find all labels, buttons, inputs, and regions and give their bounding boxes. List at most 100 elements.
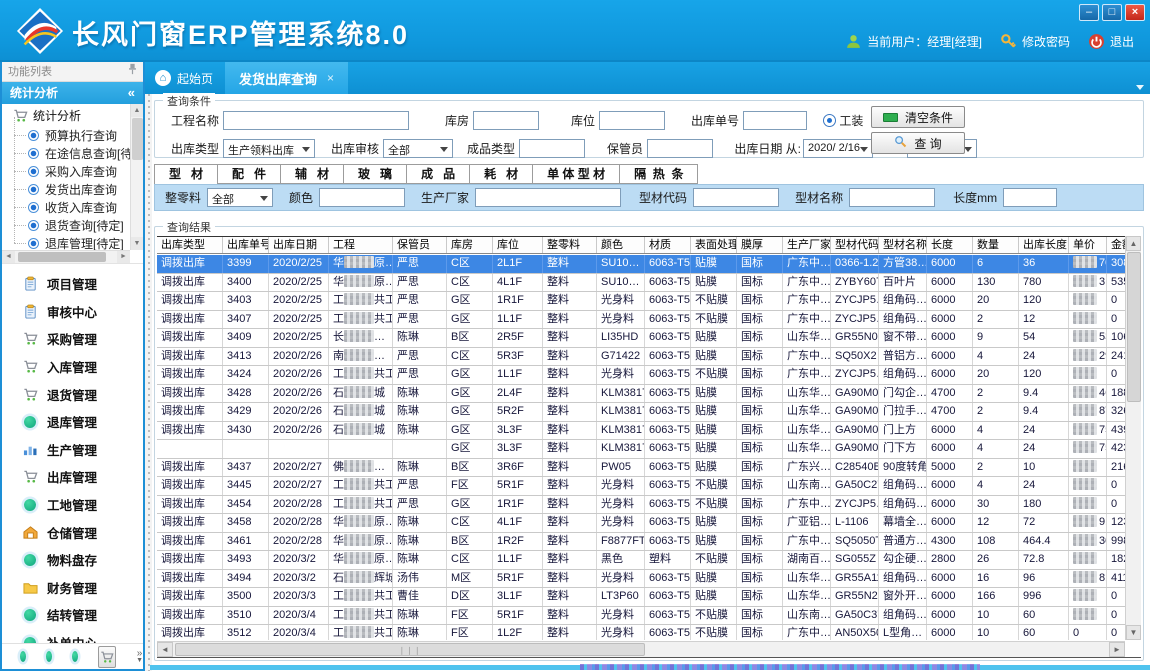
column-header[interactable]: 材质 — [645, 237, 691, 253]
column-header[interactable]: 长度 — [927, 237, 973, 253]
change-password-button[interactable]: 修改密码 — [1000, 33, 1070, 50]
grid-scroll-left-icon[interactable]: ◄ — [157, 642, 173, 657]
table-row[interactable]: 调拨出库34002020/2/25华原…严思C区4L1F整料SU10…6063-… — [157, 274, 1125, 293]
table-row[interactable]: 调拨出库33992020/2/25华原…严思C区2L1F整料SU10…6063-… — [157, 255, 1125, 274]
table-row[interactable]: 调拨出库34132020/2/26南…严思C区5R3F整料G714226063-… — [157, 348, 1125, 367]
column-header[interactable]: 数量 — [973, 237, 1019, 253]
sidebar-item-补单中心[interactable]: 补单中心 — [2, 629, 143, 643]
sidebar-item-生产管理[interactable]: 生产管理 — [2, 436, 143, 464]
sidebar-item-项目管理[interactable]: 项目管理 — [2, 270, 143, 298]
maker-input[interactable] — [475, 188, 621, 207]
column-header[interactable]: 整零料 — [543, 237, 597, 253]
tree-item[interactable]: 发货出库查询 — [2, 180, 130, 198]
grid-horizontal-scrollbar[interactable]: ◄ ► — [157, 641, 1125, 657]
column-header[interactable]: 出库单号 — [223, 237, 269, 253]
tree-hscroll-thumb[interactable] — [18, 252, 106, 262]
tree-vertical-scrollbar[interactable]: ▲ ▼ — [130, 104, 143, 250]
sidebar-item-入库管理[interactable]: 入库管理 — [2, 353, 143, 381]
sidebar-item-审核中心[interactable]: 审核中心 — [2, 298, 143, 326]
table-row[interactable]: 调拨出库34542020/2/28工共工程严思G区1R1F整料光身料6063-T… — [157, 496, 1125, 515]
radio-gongzhuang-icon[interactable] — [823, 114, 836, 127]
column-header[interactable]: 颜色 — [597, 237, 645, 253]
quick-button-3[interactable] — [72, 651, 78, 662]
column-header[interactable]: 工程 — [329, 237, 393, 253]
material-tab-1[interactable]: 型 材 — [154, 164, 218, 185]
table-row[interactable]: 调拨出库34932020/3/2华原…陈琳C区1L1F整料黑色塑料不贴膜国标湖南… — [157, 551, 1125, 570]
clear-conditions-button[interactable]: 清空条件 — [871, 106, 965, 128]
column-header[interactable]: 表面处理 — [691, 237, 737, 253]
table-row[interactable]: 调拨出库34072020/2/25工共工程严思G区1L1F整料光身料6063-T… — [157, 311, 1125, 330]
location-input[interactable] — [599, 111, 665, 130]
section-header-statistics[interactable]: 统计分析 « — [2, 82, 143, 104]
column-header[interactable]: 膜厚 — [737, 237, 783, 253]
table-row[interactable]: 调拨出库34582020/2/28华原…陈琳C区4L1F整料光身料6063-T5… — [157, 514, 1125, 533]
grid-vertical-scrollbar[interactable]: ▲ ▼ — [1125, 236, 1141, 640]
material-tab-3[interactable]: 辅 材 — [281, 164, 344, 184]
material-tab-2[interactable]: 配 件 — [218, 164, 281, 184]
sidebar-item-物料盘存[interactable]: 物料盘存 — [2, 546, 143, 574]
sidebar-item-采购管理[interactable]: 采购管理 — [2, 325, 143, 353]
grid-vscroll-thumb[interactable] — [1127, 252, 1141, 402]
table-row[interactable]: 调拨出库35002020/3/3工共工程曹佳D区3L1F整料LT3P606063… — [157, 588, 1125, 607]
sidebar-item-工地管理[interactable]: 工地管理 — [2, 491, 143, 519]
name-input[interactable] — [849, 188, 935, 207]
grid-scroll-up-icon[interactable]: ▲ — [1126, 236, 1141, 251]
grid-hscroll-thumb[interactable] — [175, 643, 645, 656]
column-header[interactable]: 单价 — [1069, 237, 1107, 253]
tree-item[interactable]: 在途信息查询[待 — [2, 144, 130, 162]
column-header[interactable]: 库房 — [447, 237, 493, 253]
scroll-right-icon[interactable]: ► — [117, 251, 130, 263]
table-row[interactable]: 调拨出库34092020/2/25长…陈琳B区2R5F整料LI35HD6063-… — [157, 329, 1125, 348]
maximize-button[interactable]: □ — [1102, 4, 1122, 21]
search-button[interactable]: 查 询 — [871, 132, 965, 154]
tab-overflow-icon[interactable] — [1136, 85, 1144, 90]
sidebar-item-出库管理[interactable]: 出库管理 — [2, 463, 143, 491]
tree-item[interactable]: 退货查询[待定] — [2, 216, 130, 234]
column-header[interactable]: 出库类型 — [157, 237, 223, 253]
table-row[interactable]: 调拨出库35102020/3/4工共工程陈琳F区5R1F整料光身料6063-T5… — [157, 607, 1125, 626]
keeper-input[interactable] — [647, 139, 713, 158]
tree-item[interactable]: 预算执行查询 — [2, 126, 130, 144]
scroll-up-icon[interactable]: ▲ — [131, 104, 143, 117]
minimize-button[interactable]: – — [1079, 4, 1099, 21]
tree-item[interactable]: 收货入库查询 — [2, 198, 130, 216]
sidebar-item-仓储管理[interactable]: 仓储管理 — [2, 518, 143, 546]
scroll-left-icon[interactable]: ◄ — [2, 251, 15, 263]
column-header[interactable]: 生产厂家 — [783, 237, 831, 253]
column-header[interactable]: 出库日期 — [269, 237, 329, 253]
table-row[interactable]: 调拨出库34372020/2/27佛…陈琳B区3R6F整料PW056063-T5… — [157, 459, 1125, 478]
grid-scroll-right-icon[interactable]: ► — [1109, 642, 1125, 657]
out-type-select[interactable]: 生产领料出库 — [223, 139, 315, 158]
column-header[interactable]: 金额 — [1107, 237, 1125, 253]
whole-part-select[interactable]: 全部 — [207, 188, 273, 207]
table-row[interactable]: 调拨出库34612020/2/28华原…陈琳B区1R2F整料F8877FT606… — [157, 533, 1125, 552]
sidebar-item-结转管理[interactable]: 结转管理 — [2, 601, 143, 629]
sidebar-overflow-button[interactable]: »▼ — [136, 650, 143, 664]
tree-vscroll-thumb[interactable] — [132, 118, 143, 160]
table-row[interactable]: 调拨出库34302020/2/26石城陈琳G区3L3F整料KLM38176063… — [157, 422, 1125, 441]
collapse-icon[interactable]: « — [128, 82, 135, 104]
column-header[interactable]: 出库长度 — [1019, 237, 1069, 253]
warehouse-input[interactable] — [473, 111, 539, 130]
color-input[interactable] — [319, 188, 405, 207]
sidebar-item-财务管理[interactable]: 财务管理 — [2, 574, 143, 602]
material-tab-7[interactable]: 单 体 型 材 — [533, 164, 620, 184]
quick-button-1[interactable] — [20, 651, 26, 662]
sidebar-item-退库管理[interactable]: 退库管理 — [2, 408, 143, 436]
material-tab-8[interactable]: 隔 热 条 — [620, 164, 698, 184]
tree-item[interactable]: 退库管理[待定] — [2, 234, 130, 250]
quick-button-2[interactable] — [46, 651, 52, 662]
audit-select[interactable]: 全部 — [383, 139, 453, 158]
tab-close-icon[interactable]: × — [327, 71, 334, 85]
logout-button[interactable]: 退出 — [1088, 33, 1134, 50]
table-row[interactable]: 调拨出库34942020/3/2石辉城汤伟M区5R1F整料光身料6063-T5贴… — [157, 570, 1125, 589]
tab-home[interactable]: ⌂ 起始页 — [145, 62, 225, 94]
grid-scroll-down-icon[interactable]: ▼ — [1126, 625, 1141, 640]
radio-gongzhuang[interactable]: 工装 — [823, 112, 863, 129]
column-header[interactable]: 保管员 — [393, 237, 447, 253]
panel-splitter[interactable] — [145, 94, 152, 671]
column-header[interactable]: 型材代码 — [831, 237, 879, 253]
tree-horizontal-scrollbar[interactable]: ◄ ► — [2, 250, 130, 263]
material-tab-6[interactable]: 耗 材 — [470, 164, 533, 184]
length-input[interactable] — [1003, 188, 1057, 207]
